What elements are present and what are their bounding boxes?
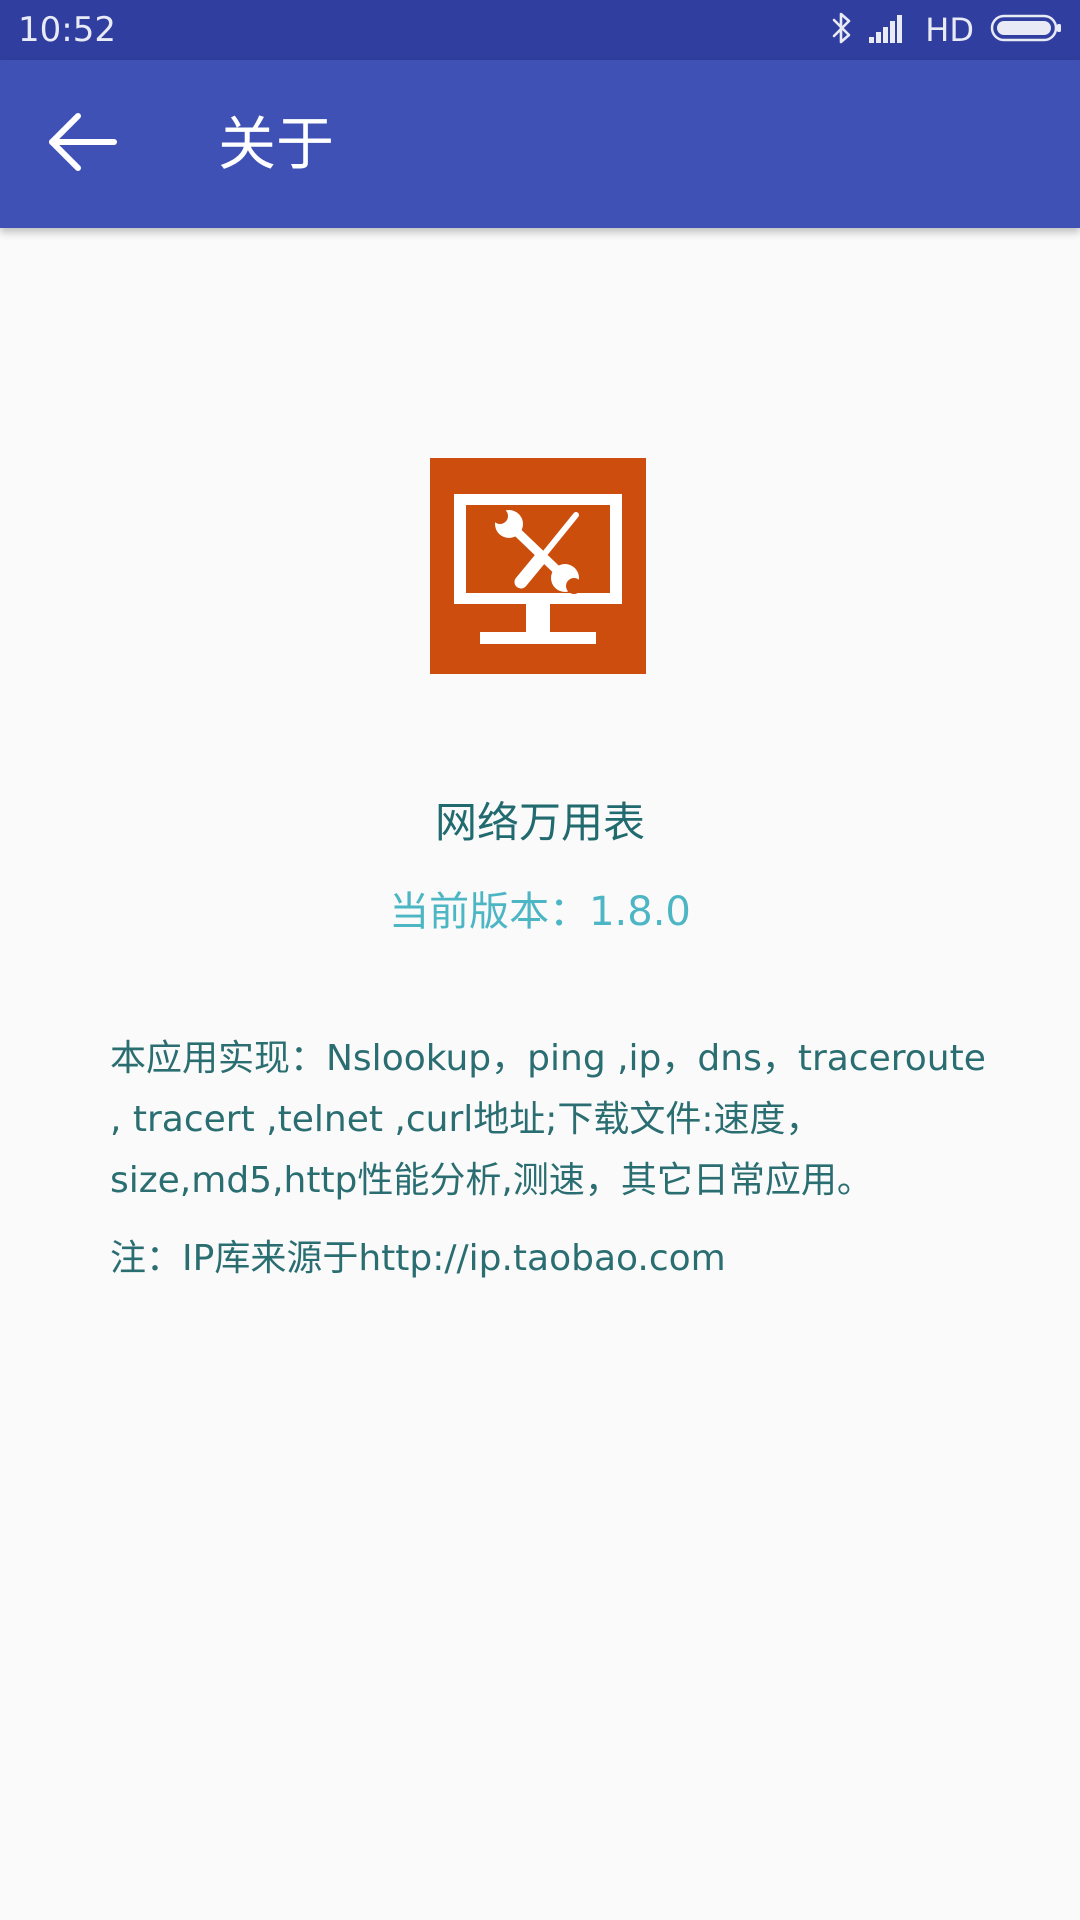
app-name: 网络万用表 bbox=[434, 798, 645, 847]
app-version: 当前版本：1.8.0 bbox=[389, 889, 691, 935]
monitor-tools-icon bbox=[430, 458, 646, 674]
status-time: 10:52 bbox=[18, 10, 116, 50]
network-type-label: HD bbox=[925, 11, 974, 49]
arrow-left-icon bbox=[46, 110, 118, 178]
page-title: 关于 bbox=[218, 110, 335, 178]
about-content: 网络万用表 当前版本：1.8.0 本应用实现：Nslookup，ping ,ip… bbox=[0, 228, 1080, 1920]
ip-source-note: 注：IP库来源于http://ip.taobao.com bbox=[110, 1238, 726, 1279]
app-description: 本应用实现：Nslookup，ping ,ip，dns，traceroute ,… bbox=[110, 1038, 986, 1201]
status-bar: 10:52 HD bbox=[0, 0, 1080, 60]
signal-icon bbox=[869, 13, 909, 47]
bluetooth-icon bbox=[831, 11, 853, 49]
battery-icon bbox=[990, 14, 1062, 46]
back-button[interactable] bbox=[30, 92, 134, 196]
status-icons: HD bbox=[815, 8, 1062, 52]
app-bar: 关于 bbox=[0, 60, 1080, 228]
